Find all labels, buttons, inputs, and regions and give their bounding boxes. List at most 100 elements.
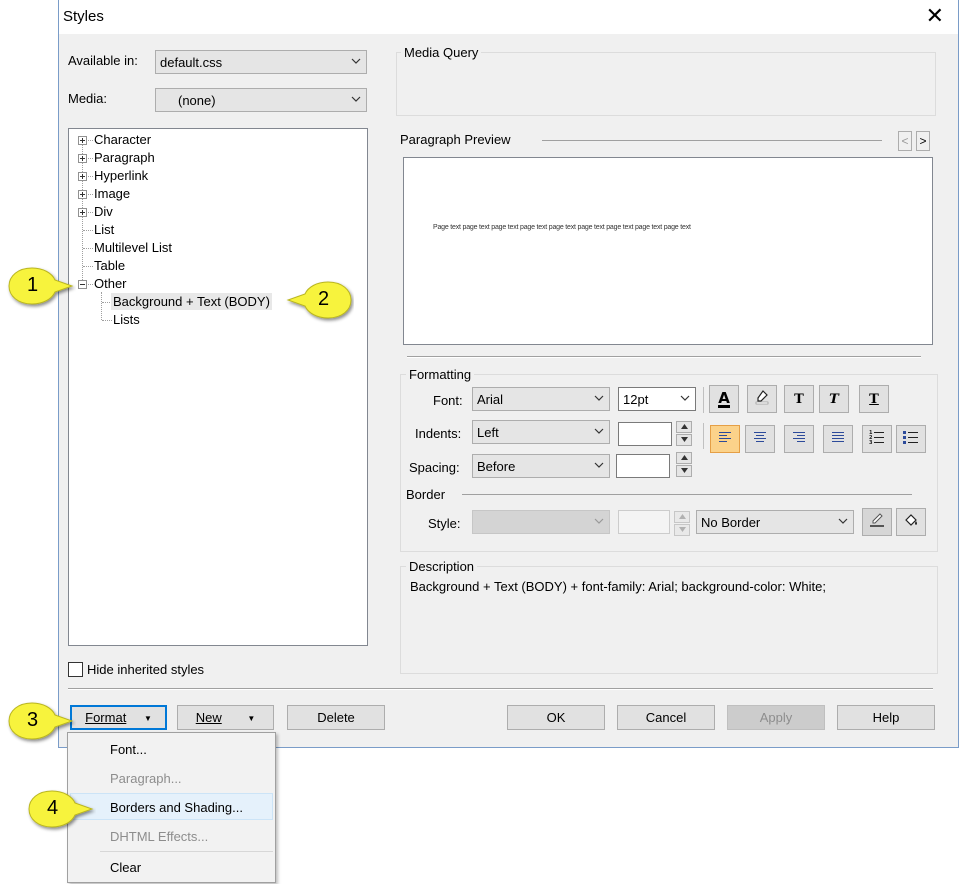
divider (462, 494, 912, 495)
delete-button[interactable]: Delete (287, 705, 385, 730)
menu-item-font[interactable]: Font... (110, 742, 147, 757)
tree-item-other[interactable]: Other (94, 275, 127, 292)
indent-amount-input[interactable] (618, 422, 672, 446)
chevron-down-icon (594, 393, 604, 402)
underline-icon: T (869, 391, 879, 407)
expand-icon[interactable] (78, 208, 87, 217)
available-in-select[interactable]: default.css (155, 50, 367, 74)
justify-button[interactable] (823, 425, 853, 453)
border-width-up-button[interactable] (674, 511, 690, 523)
tree-item-paragraph[interactable]: Paragraph (94, 149, 155, 166)
align-center-button[interactable] (745, 425, 775, 453)
italic-button[interactable]: T (819, 385, 849, 413)
shading-button[interactable] (896, 508, 926, 536)
menu-item-borders-and-shading[interactable]: Borders and Shading... (110, 800, 243, 815)
svg-text:3: 3 (869, 440, 873, 444)
paint-bucket-icon (903, 512, 919, 532)
description-text: Background + Text (BODY) + font-family: … (410, 579, 826, 594)
indents-label: Indents: (415, 426, 462, 441)
available-in-value: default.css (160, 55, 223, 70)
divider (542, 140, 882, 141)
bold-button[interactable]: T (784, 385, 814, 413)
spacing-amount-input[interactable] (616, 454, 670, 478)
tree-item-character[interactable]: Character (94, 131, 151, 148)
window-title: Styles (63, 8, 104, 25)
separator (703, 387, 704, 413)
align-right-button[interactable] (784, 425, 814, 453)
collapse-icon[interactable] (78, 280, 87, 289)
formatting-label: Formatting (406, 367, 475, 382)
numbered-list-button[interactable]: 123 (862, 425, 892, 453)
tree-item-lists[interactable]: Lists (113, 311, 140, 328)
align-right-icon (792, 431, 806, 447)
preview-text: Page text page text page text page text … (433, 224, 691, 231)
tree-item-background-text-body[interactable]: Background + Text (BODY) (111, 293, 272, 310)
expand-icon[interactable] (78, 172, 87, 181)
close-icon[interactable]: ✕ (926, 4, 944, 29)
spacing-value: Before (477, 459, 516, 474)
font-color-button[interactable]: A (709, 385, 739, 413)
border-color-button[interactable] (862, 508, 892, 536)
font-color-icon: A (718, 388, 730, 408)
caret-down-icon (680, 468, 688, 473)
expand-icon[interactable] (78, 190, 87, 199)
new-button[interactable]: New ▼ (177, 705, 274, 730)
border-style-select[interactable] (472, 510, 610, 534)
spacing-up-button[interactable] (676, 452, 692, 464)
expand-icon[interactable] (78, 154, 87, 163)
font-size-select[interactable]: 12pt (618, 387, 696, 411)
border-width-input[interactable] (618, 510, 670, 534)
indents-select[interactable]: Left (472, 420, 610, 444)
tree-item-multilevel-list[interactable]: Multilevel List (94, 239, 172, 256)
chevron-down-icon (680, 393, 690, 402)
styles-tree[interactable]: Character Paragraph Hyperlink Image Div … (68, 128, 368, 646)
dropdown-arrow-icon: ▼ (247, 714, 256, 724)
pen-icon (869, 512, 885, 532)
indent-up-button[interactable] (676, 421, 692, 433)
italic-icon: T (829, 391, 839, 407)
caret-up-icon (680, 424, 688, 429)
format-button[interactable]: Format ▼ (70, 705, 167, 730)
separator (703, 423, 704, 449)
styles-dialog: Styles ✕ Available in: default.css Media… (58, 0, 959, 748)
callout-1-number: 1 (27, 274, 39, 296)
tree-item-div[interactable]: Div (94, 203, 113, 220)
media-select[interactable]: (none) (155, 88, 367, 112)
cancel-button[interactable]: Cancel (617, 705, 715, 730)
divider (68, 688, 933, 690)
expand-icon[interactable] (78, 136, 87, 145)
preview-next-button[interactable]: > (916, 131, 930, 151)
spacing-down-button[interactable] (676, 465, 692, 477)
align-left-button[interactable] (710, 425, 740, 453)
tree-item-table[interactable]: Table (94, 257, 125, 274)
apply-button[interactable]: Apply (727, 705, 825, 730)
bold-icon: T (794, 391, 804, 407)
border-width-down-button[interactable] (674, 524, 690, 536)
tree-item-hyperlink[interactable]: Hyperlink (94, 167, 148, 184)
caret-up-icon (678, 514, 686, 519)
border-type-select[interactable]: No Border (696, 510, 854, 534)
menu-item-paragraph[interactable]: Paragraph... (110, 771, 182, 786)
tree-item-list[interactable]: List (94, 221, 114, 238)
chevron-down-icon (594, 426, 604, 435)
justify-icon (831, 431, 845, 447)
indent-down-button[interactable] (676, 434, 692, 446)
hide-inherited-checkbox[interactable] (68, 662, 83, 677)
menu-item-dhtml-effects[interactable]: DHTML Effects... (110, 829, 208, 844)
chevron-down-icon (838, 516, 848, 525)
ok-button[interactable]: OK (507, 705, 605, 730)
help-button[interactable]: Help (837, 705, 935, 730)
dropdown-arrow-icon: ▼ (143, 714, 152, 724)
bulleted-list-button[interactable] (896, 425, 926, 453)
highlight-button[interactable] (747, 385, 777, 413)
font-select[interactable]: Arial (472, 387, 610, 411)
underline-button[interactable]: T (859, 385, 889, 413)
preview-prev-button[interactable]: < (898, 131, 912, 151)
font-size-value: 12pt (623, 392, 649, 407)
align-center-icon (753, 431, 767, 447)
numbered-list-icon: 123 (869, 430, 885, 448)
spacing-select[interactable]: Before (472, 454, 610, 478)
menu-item-clear[interactable]: Clear (110, 860, 141, 875)
border-type-value: No Border (701, 515, 761, 530)
tree-item-image[interactable]: Image (94, 185, 130, 202)
